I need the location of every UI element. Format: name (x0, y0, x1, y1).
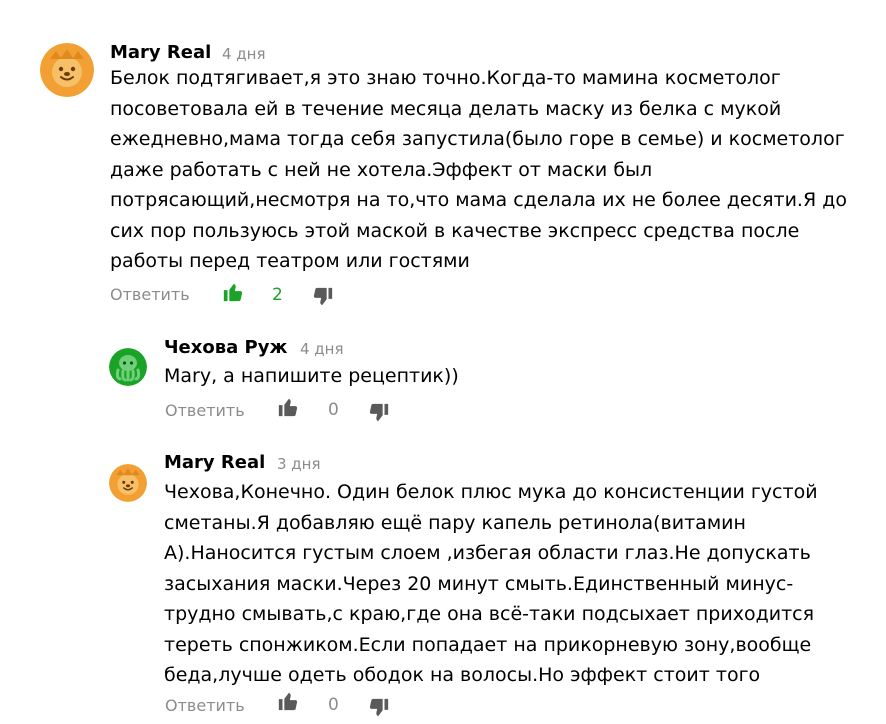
like-count: 0 (328, 400, 339, 420)
lion-avatar-icon[interactable] (40, 43, 94, 97)
lion-avatar-icon[interactable] (109, 464, 147, 502)
thumbs-down-icon[interactable] (312, 286, 334, 308)
comment-date: 3 дня (277, 455, 321, 473)
comment-author[interactable]: Mary Real (110, 41, 211, 65)
like-count: 0 (328, 695, 339, 715)
comment: Mary Real 4 дня Белок подтягивает,я это … (0, 0, 886, 320)
comment-date: 4 дня (222, 45, 266, 63)
octopus-avatar-icon[interactable] (109, 348, 147, 386)
comment-text: Чехова,Конечно. Один белок плюс мука до … (164, 481, 818, 686)
thumbs-down-icon[interactable] (368, 402, 390, 424)
comment-date: 4 дня (300, 340, 344, 358)
thumbs-up-icon[interactable] (277, 690, 299, 712)
reply-button[interactable]: Ответить (165, 400, 245, 422)
comment-reply: Mary Real 3 дня Чехова,Конечно. Один бел… (0, 440, 886, 724)
reply-button[interactable]: Ответить (165, 695, 245, 717)
comment-author[interactable]: Чехова Руж (164, 336, 287, 360)
reply-button[interactable]: Ответить (110, 284, 190, 306)
comment-text: Mary, а напишите рецептик)) (164, 365, 459, 387)
comment-reply: Чехова Руж 4 дня Mary, а напишите рецепт… (0, 330, 886, 440)
like-count: 2 (272, 285, 283, 305)
comment-text: Белок подтягивает,я это знаю точно.Когда… (110, 67, 847, 272)
thumbs-up-icon[interactable] (222, 281, 244, 303)
thumbs-up-icon[interactable] (277, 396, 299, 418)
thumbs-down-icon[interactable] (368, 697, 390, 719)
comment-author[interactable]: Mary Real (164, 451, 265, 475)
